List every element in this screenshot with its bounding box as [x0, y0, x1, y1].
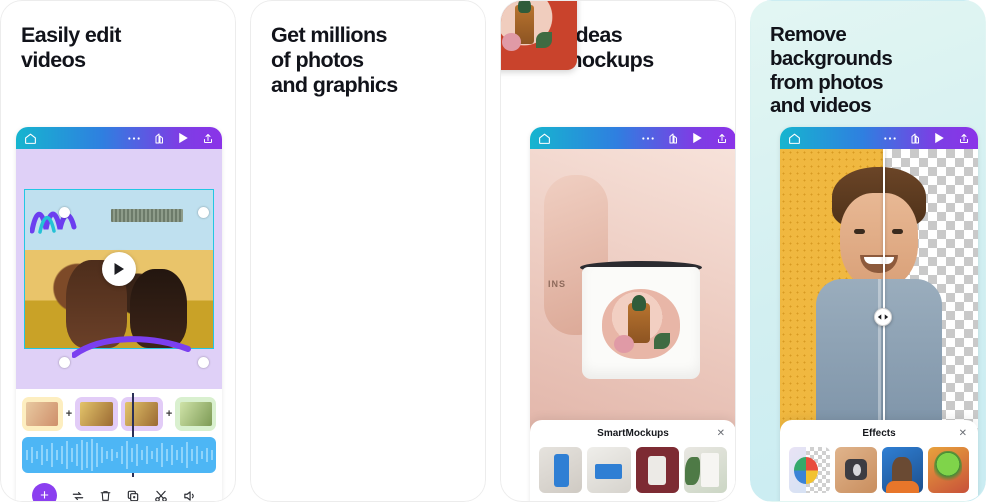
before-after-canvas[interactable] [780, 149, 978, 439]
transition-icon[interactable] [71, 489, 85, 502]
app-toolbar [16, 127, 222, 149]
timeline-clip[interactable] [120, 397, 163, 431]
tape-sticker-1 [111, 208, 183, 222]
subject-cutout [816, 167, 942, 439]
close-icon[interactable]: ✕ [959, 428, 967, 439]
timeline-clip[interactable] [75, 397, 118, 431]
delete-icon[interactable] [99, 489, 112, 502]
clip-separator[interactable]: + [166, 408, 172, 420]
background-text: INS [548, 279, 567, 289]
mockup-tile[interactable] [587, 447, 631, 493]
video-timeline[interactable]: + + + [16, 389, 222, 502]
mockup-canvas[interactable]: INS [530, 149, 735, 435]
effects-panel[interactable]: Effects ✕ [780, 420, 978, 501]
mockup-tiles[interactable] [539, 447, 727, 493]
feature-card-get-millions-of-photos[interactable]: Get millions of photos and graphics Grap… [250, 0, 486, 502]
editor-toolbar[interactable]: + [22, 473, 216, 502]
panel-header: SmartMockups ✕ [539, 428, 727, 439]
artwork-thumbnail-card[interactable] [501, 1, 577, 70]
timeline-clip[interactable] [175, 397, 216, 431]
play-icon[interactable] [178, 132, 189, 144]
mockup-tile[interactable] [635, 447, 679, 493]
compare-slider-handle-icon[interactable] [873, 308, 892, 326]
duplicate-icon[interactable] [126, 489, 140, 502]
mug-artwork [602, 289, 680, 359]
compare-slider-line[interactable] [882, 149, 886, 439]
panel-title: Effects [862, 428, 896, 439]
more-dots-icon[interactable] [127, 136, 141, 141]
scribble-decoration [30, 211, 77, 234]
close-icon[interactable]: ✕ [717, 428, 725, 439]
selection-handle-br[interactable] [198, 357, 209, 368]
share-icon[interactable] [716, 132, 728, 145]
editor-canvas[interactable] [16, 149, 222, 389]
more-dots-icon[interactable] [883, 136, 897, 141]
mug-body[interactable] [582, 267, 700, 379]
smartmockups-panel[interactable]: SmartMockups ✕ [530, 420, 735, 501]
card-surface: Get millions of photos and graphics Grap… [250, 0, 486, 502]
mockup-phone: INS SmartMockups ✕ [530, 127, 735, 501]
layers-icon[interactable] [667, 132, 679, 145]
home-icon[interactable] [538, 132, 551, 145]
add-button[interactable]: + [32, 483, 57, 501]
selection-handle-tr[interactable] [198, 207, 209, 218]
mockup-tile[interactable] [683, 447, 727, 493]
face [840, 193, 918, 289]
feature-card-turn-ideas-into-mockups[interactable]: Turn ideas into mockups [500, 0, 736, 502]
page-title: Easily edit videos [21, 23, 121, 72]
layers-icon[interactable] [153, 132, 165, 145]
mockup-tile[interactable] [539, 447, 583, 493]
volume-icon[interactable] [182, 489, 197, 502]
effect-tile[interactable] [789, 447, 831, 493]
card-surface: Turn ideas into mockups [500, 0, 736, 502]
clip-separator[interactable]: + [66, 408, 72, 420]
clip-strip[interactable]: + + [22, 397, 216, 431]
effect-tile[interactable] [835, 447, 877, 493]
split-icon[interactable] [154, 489, 168, 501]
selection-handle-bl[interactable] [59, 357, 70, 368]
background-remover-phone: Effects ✕ [780, 127, 978, 501]
effect-tile[interactable] [881, 447, 923, 493]
canvas-play-button[interactable] [102, 252, 136, 286]
video-editor-phone: + + + [16, 127, 222, 502]
home-icon[interactable] [788, 132, 801, 145]
play-icon[interactable] [692, 132, 703, 144]
audio-waveform[interactable] [22, 437, 216, 473]
share-icon[interactable] [958, 132, 970, 145]
feature-card-remove-backgrounds[interactable]: Remove backgrounds from photos and video… [750, 0, 986, 502]
panel-title: SmartMockups [597, 428, 669, 439]
card-surface: Easily edit videos + + + [0, 0, 236, 502]
more-dots-icon[interactable] [641, 136, 655, 141]
feature-card-easily-edit-videos[interactable]: Easily edit videos + + + [0, 0, 236, 502]
shirt [816, 279, 942, 439]
effect-tile[interactable] [927, 447, 969, 493]
layers-icon[interactable] [909, 132, 921, 145]
feature-card-gallery: Easily edit videos + + + Get millions of… [0, 0, 986, 502]
effect-tiles[interactable] [789, 447, 969, 493]
panel-header: Effects ✕ [789, 428, 969, 439]
card-surface: Remove backgrounds from photos and video… [750, 0, 986, 502]
play-icon[interactable] [934, 132, 945, 144]
home-icon[interactable] [24, 132, 37, 145]
app-toolbar [530, 127, 735, 149]
page-title: Remove backgrounds from photos and video… [770, 23, 893, 118]
swoosh-decoration [72, 336, 191, 358]
app-toolbar [780, 127, 978, 149]
timeline-clip[interactable] [22, 397, 63, 431]
page-title: Get millions of photos and graphics [271, 23, 398, 97]
share-icon[interactable] [202, 132, 214, 145]
selection-handle-tl[interactable] [59, 207, 70, 218]
